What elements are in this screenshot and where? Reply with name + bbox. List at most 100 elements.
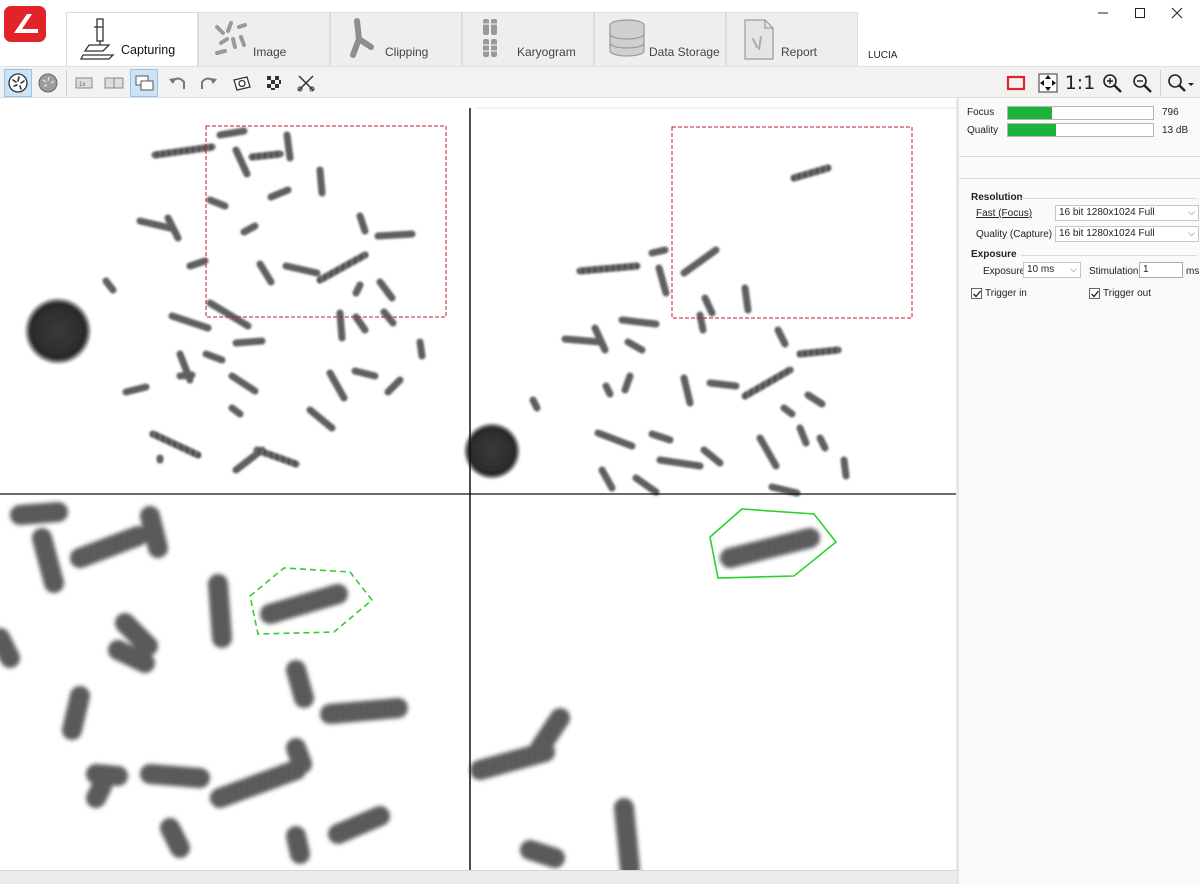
quadrant-bottom-left	[0, 502, 408, 864]
tab-label: Report	[781, 45, 818, 59]
toolbar: 1x 1:1	[0, 66, 1200, 98]
scissors-icon	[297, 75, 315, 92]
checkerboard-button[interactable]	[260, 69, 288, 97]
live-view-icon	[8, 73, 28, 93]
undo-icon	[169, 77, 185, 89]
trigger-out-checkbox[interactable]	[1089, 288, 1100, 299]
minimize-icon	[1098, 12, 1108, 14]
tab-karyogram[interactable]: Karyogram	[462, 12, 594, 66]
divider	[1021, 255, 1197, 256]
exposure-value: 10 ms	[1027, 264, 1055, 275]
tab-label: Karyogram	[517, 45, 576, 59]
redo-button[interactable]	[194, 69, 222, 97]
fit-button[interactable]	[1034, 69, 1062, 97]
tab-label: Data Storage	[649, 45, 720, 59]
ribbon: Capturing Image Clipping Karyogram Data …	[0, 0, 1200, 66]
fast-resolution-value: 16 bit 1280x1024 Full	[1059, 207, 1155, 218]
zoom-dropdown-icon	[1168, 74, 1194, 92]
scissors-button[interactable]	[292, 69, 320, 97]
dual-view-icon	[104, 77, 124, 89]
dual-view-button[interactable]	[100, 69, 128, 97]
interphase-nucleus	[25, 298, 91, 364]
focus-value: 796	[1162, 107, 1179, 118]
quadrant-bottom-right	[470, 528, 820, 870]
focus-label: Focus	[967, 107, 995, 118]
red-rectangle-icon	[1006, 75, 1026, 91]
exposure-heading: Exposure	[971, 249, 1017, 260]
quadrant-top-right	[464, 164, 850, 497]
stimulation-label: Stimulation	[1089, 266, 1139, 277]
chevron-down-icon: ⌵	[1070, 264, 1077, 274]
stimulation-input[interactable]: 1	[1139, 262, 1183, 278]
tab-capturing[interactable]: Capturing	[66, 12, 198, 66]
camera-icon	[233, 76, 251, 91]
focus-meter-fill	[1008, 107, 1052, 119]
maximize-icon	[1135, 8, 1145, 18]
quality-label: Quality	[967, 125, 999, 136]
clipped-chromosome-icon	[350, 18, 374, 58]
metaphase-icon	[38, 73, 58, 93]
quality-resolution-select[interactable]: 16 bit 1280x1024 Full ⌵	[1055, 226, 1199, 242]
quality-meter	[1007, 123, 1154, 137]
one-to-one-label: 1:1	[1064, 72, 1096, 94]
fast-resolution-select[interactable]: 16 bit 1280x1024 Full ⌵	[1055, 205, 1199, 221]
tab-image[interactable]: Image	[198, 12, 330, 66]
checkerboard-icon	[267, 76, 281, 90]
stimulation-value: 1	[1143, 264, 1149, 275]
zoom-out-icon	[1133, 74, 1152, 93]
microscope-icon	[79, 18, 115, 60]
tab-label: Clipping	[385, 45, 429, 59]
quad-view-icon	[135, 75, 154, 91]
tab-clipping[interactable]: Clipping	[330, 12, 462, 66]
database-icon	[609, 19, 645, 57]
app-name: LUCIA	[868, 50, 898, 61]
interphase-nucleus	[464, 423, 520, 479]
tab-label: Capturing	[121, 43, 176, 57]
separator	[1160, 70, 1161, 96]
horizontal-scrollbar[interactable]	[0, 870, 956, 884]
close-button[interactable]	[1154, 0, 1200, 26]
fit-to-window-icon	[1038, 73, 1058, 93]
camera-button[interactable]	[228, 69, 256, 97]
metaphase-finder-button[interactable]	[34, 69, 62, 97]
app-logo[interactable]	[2, 4, 48, 44]
checkmark-icon	[973, 290, 982, 298]
tab-report[interactable]: Report	[726, 12, 858, 66]
chromosomes-icon	[215, 21, 247, 55]
exposure-select[interactable]: 10 ms ⌵	[1023, 262, 1081, 278]
region-button[interactable]	[1002, 69, 1030, 97]
zoom-in-button[interactable]	[1098, 69, 1126, 97]
one-to-one-button[interactable]: 1:1	[1064, 69, 1096, 97]
trigger-in-checkbox[interactable]	[971, 288, 982, 299]
close-icon	[1171, 7, 1183, 19]
capture-region-frame[interactable]	[205, 125, 447, 318]
resolution-heading: Resolution	[971, 192, 1023, 203]
quadrant-top-left	[25, 127, 426, 474]
divider	[959, 156, 1200, 157]
zoom-menu-button[interactable]	[1164, 69, 1198, 97]
karyogram-icon	[483, 19, 497, 57]
quality-capture-label: Quality (Capture)	[976, 229, 1053, 240]
focus-meter	[1007, 106, 1154, 120]
live-view-button[interactable]	[4, 69, 32, 97]
undo-button[interactable]	[164, 69, 192, 97]
tab-bar: Capturing Image Clipping Karyogram Data …	[66, 12, 858, 66]
tab-label: Image	[253, 45, 287, 59]
zoom-out-button[interactable]	[1128, 69, 1156, 97]
svg-text:1x: 1x	[79, 82, 85, 88]
trigger-in-label: Trigger in	[985, 288, 1027, 299]
tab-data-storage[interactable]: Data Storage	[594, 12, 726, 66]
chevron-down-icon: ⌵	[1188, 207, 1195, 217]
quality-meter-fill	[1008, 124, 1056, 136]
trigger-out-label: Trigger out	[1103, 288, 1151, 299]
stimulation-unit: ms	[1186, 266, 1200, 277]
capture-region-frame[interactable]	[671, 126, 913, 319]
quad-view-button[interactable]	[130, 69, 158, 97]
checkmark-icon	[1091, 290, 1100, 298]
image-viewer[interactable]	[0, 98, 956, 870]
quad-image-canvas[interactable]	[0, 98, 956, 870]
quality-value: 13 dB	[1162, 125, 1189, 136]
single-view-button[interactable]: 1x	[70, 69, 98, 97]
divider	[1021, 198, 1197, 199]
separator	[66, 70, 67, 96]
